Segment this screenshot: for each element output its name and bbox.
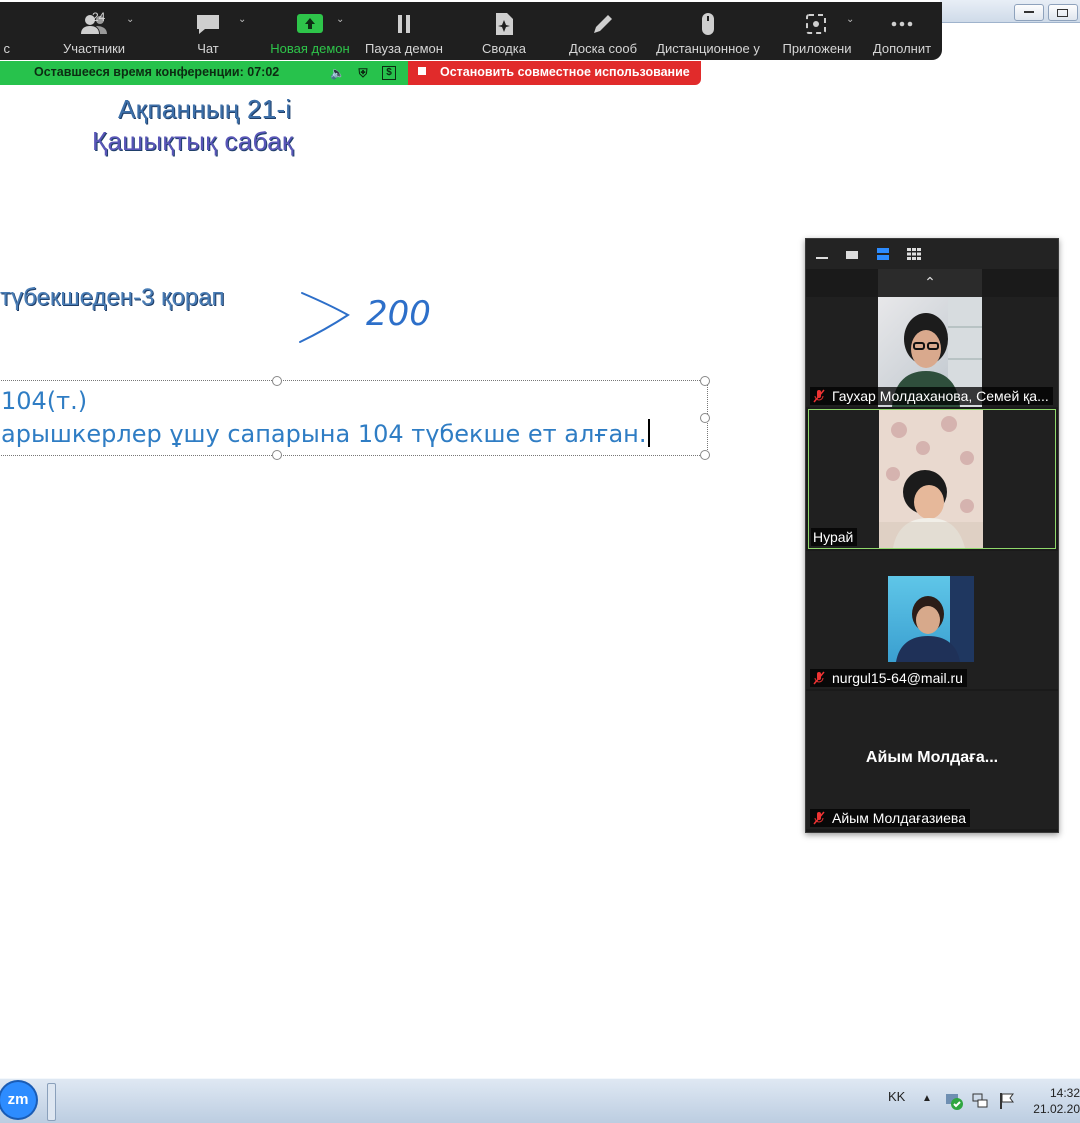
pencil-icon — [594, 15, 612, 33]
apps-button[interactable]: ⌄ Приложени — [778, 2, 856, 60]
minimize-view-icon[interactable] — [814, 247, 830, 261]
toolbar-label: Новая демон — [270, 41, 350, 56]
chevron-down-icon[interactable]: ⌄ — [846, 14, 854, 25]
handwritten-annotation: 200 — [299, 292, 431, 343]
participant-name: nurgul15-64@mail.ru — [810, 669, 967, 687]
handwritten-number: 200 — [366, 294, 431, 334]
participant-name-text: Айым Молдағазиева — [832, 810, 966, 826]
window-controls — [940, 0, 1080, 23]
resize-handle[interactable] — [272, 450, 282, 460]
participant-name-text: nurgul15-64@mail.ru — [832, 670, 963, 686]
video-panel: ⌃ Гаухар Молдаханова, Семей қа... Нурай … — [805, 238, 1059, 833]
participant-tile-active[interactable]: Нурай — [808, 409, 1056, 549]
new-share-button[interactable]: ⌄ Новая демон — [266, 2, 354, 60]
resize-handle[interactable] — [700, 413, 710, 423]
show-hidden-icons-icon[interactable]: ▲ — [922, 1093, 932, 1104]
participant-name-text: Гаухар Молдаханова, Семей қа... — [832, 388, 1049, 404]
slide-title-line2: Қашықтық сабақ — [92, 126, 294, 156]
participant-name: Гаухар Молдаханова, Семей қа... — [810, 387, 1053, 405]
restore-button[interactable] — [1048, 4, 1078, 21]
minimize-button[interactable] — [1014, 4, 1044, 21]
slide-text-line: түбекшеден-3 қорап — [0, 284, 225, 311]
zoom-app-icon[interactable]: zm — [0, 1082, 36, 1118]
toolbar-label: Сводка — [482, 41, 526, 56]
clock-time: 14:32 — [1049, 1086, 1080, 1100]
dollar-icon[interactable]: $ — [382, 66, 396, 80]
share-screen-icon — [297, 14, 323, 33]
text-line-2: арышкерлер ұшу сапарына 104 түбекше ет а… — [1, 419, 651, 448]
summary-icon — [496, 13, 513, 35]
muted-mic-icon — [813, 389, 825, 403]
toolbar-label: Дистанционное у — [656, 41, 760, 56]
text-cursor — [648, 419, 651, 447]
participant-display-name: Айым Молдаға... — [865, 749, 999, 766]
participants-button[interactable]: 24 ⌄ Участники — [48, 2, 140, 60]
speaker-view-icon[interactable] — [844, 247, 860, 261]
remaining-time: Оставшееся время конференции: 07:02 — [34, 65, 280, 79]
participants-count: 24 — [92, 10, 106, 24]
text-line-1: 104(т.) — [1, 387, 88, 415]
toolbar-item-truncated[interactable]: с — [0, 2, 11, 60]
toolbar-label: с — [3, 41, 11, 56]
chevron-down-icon[interactable]: ⌄ — [126, 14, 134, 25]
toolbar-label: Приложени — [782, 41, 852, 56]
strip-view-icon[interactable] — [875, 247, 891, 261]
shield-icon[interactable]: ⛨ — [356, 66, 370, 80]
participant-avatar — [888, 576, 974, 662]
muted-mic-icon — [813, 811, 825, 825]
stop-share-button[interactable]: Остановить совместное использование — [408, 61, 701, 85]
chevron-down-icon[interactable]: ⌄ — [336, 14, 344, 25]
meeting-time-bar: Оставшееся время конференции: 07:02 🔈 ⛨ … — [0, 61, 408, 85]
summary-button[interactable]: Сводка — [474, 2, 534, 60]
participant-name: Нурай — [811, 528, 858, 546]
pause-share-button[interactable]: Пауза демон — [362, 2, 446, 60]
audio-icon[interactable]: 🔈 — [330, 66, 345, 80]
meeting-toolbar: с 24 ⌄ Участники ⌄ Чат ⌄ Новая демон Пау… — [0, 2, 942, 60]
gallery-view-icon[interactable] — [906, 247, 922, 261]
pause-icon — [398, 15, 410, 33]
slide-title-line1: Ақпанның 21-і — [118, 94, 292, 124]
network-icon[interactable] — [970, 1091, 990, 1111]
toolbar-label: Чат — [197, 41, 219, 56]
slide-text-box[interactable]: 104(т.) арышкерлер ұшу сапарына 104 түбе… — [0, 376, 710, 460]
resize-handle[interactable] — [272, 376, 282, 386]
chat-icon — [197, 15, 219, 34]
toolbar-label: Дополнит — [872, 41, 932, 56]
security-status-icon[interactable] — [944, 1091, 964, 1111]
text-line-2-content: арышкерлер ұшу сапарына 104 түбекше ет а… — [1, 420, 647, 448]
chevron-down-icon[interactable]: ⌄ — [238, 14, 246, 25]
participant-video — [879, 410, 983, 548]
view-switcher — [806, 239, 1058, 269]
remote-control-button[interactable]: Дистанционное у — [652, 2, 764, 60]
taskbar-separator — [47, 1083, 56, 1121]
system-clock[interactable]: 14:32 21.02.20 — [1030, 1085, 1080, 1117]
resize-handle[interactable] — [700, 376, 710, 386]
participant-tile[interactable]: nurgul15-64@mail.ru — [806, 551, 1058, 689]
more-button[interactable]: Дополнит — [868, 2, 936, 60]
clock-date: 21.02.20 — [1033, 1102, 1080, 1116]
toolbar-label: Пауза демон — [365, 41, 443, 56]
taskbar: zm KK ▲ 14:32 21.02.20 — [0, 1078, 1080, 1123]
whiteboard-button[interactable]: Доска сооб — [566, 2, 640, 60]
scroll-up-button[interactable]: ⌃ — [878, 269, 982, 297]
language-indicator[interactable]: KK — [888, 1089, 905, 1104]
stop-share-label: Остановить совместное использование — [440, 65, 690, 79]
resize-handle[interactable] — [700, 450, 710, 460]
participant-tile[interactable]: Гаухар Молдаханова, Семей қа... — [806, 297, 1058, 407]
toolbar-label: Доска сооб — [568, 41, 638, 56]
toolbar-label: Участники — [62, 41, 126, 56]
apps-icon — [806, 14, 826, 34]
participant-name: Айым Молдағазиева — [810, 809, 970, 827]
participant-name-text: Нурай — [813, 529, 854, 545]
chat-button[interactable]: ⌄ Чат — [182, 2, 246, 60]
muted-mic-icon — [813, 671, 825, 685]
more-icon — [891, 21, 913, 27]
chevron-up-icon: ⌃ — [924, 275, 936, 291]
mouse-icon — [702, 13, 714, 35]
stop-icon — [418, 67, 426, 75]
action-center-flag-icon[interactable] — [997, 1091, 1017, 1111]
